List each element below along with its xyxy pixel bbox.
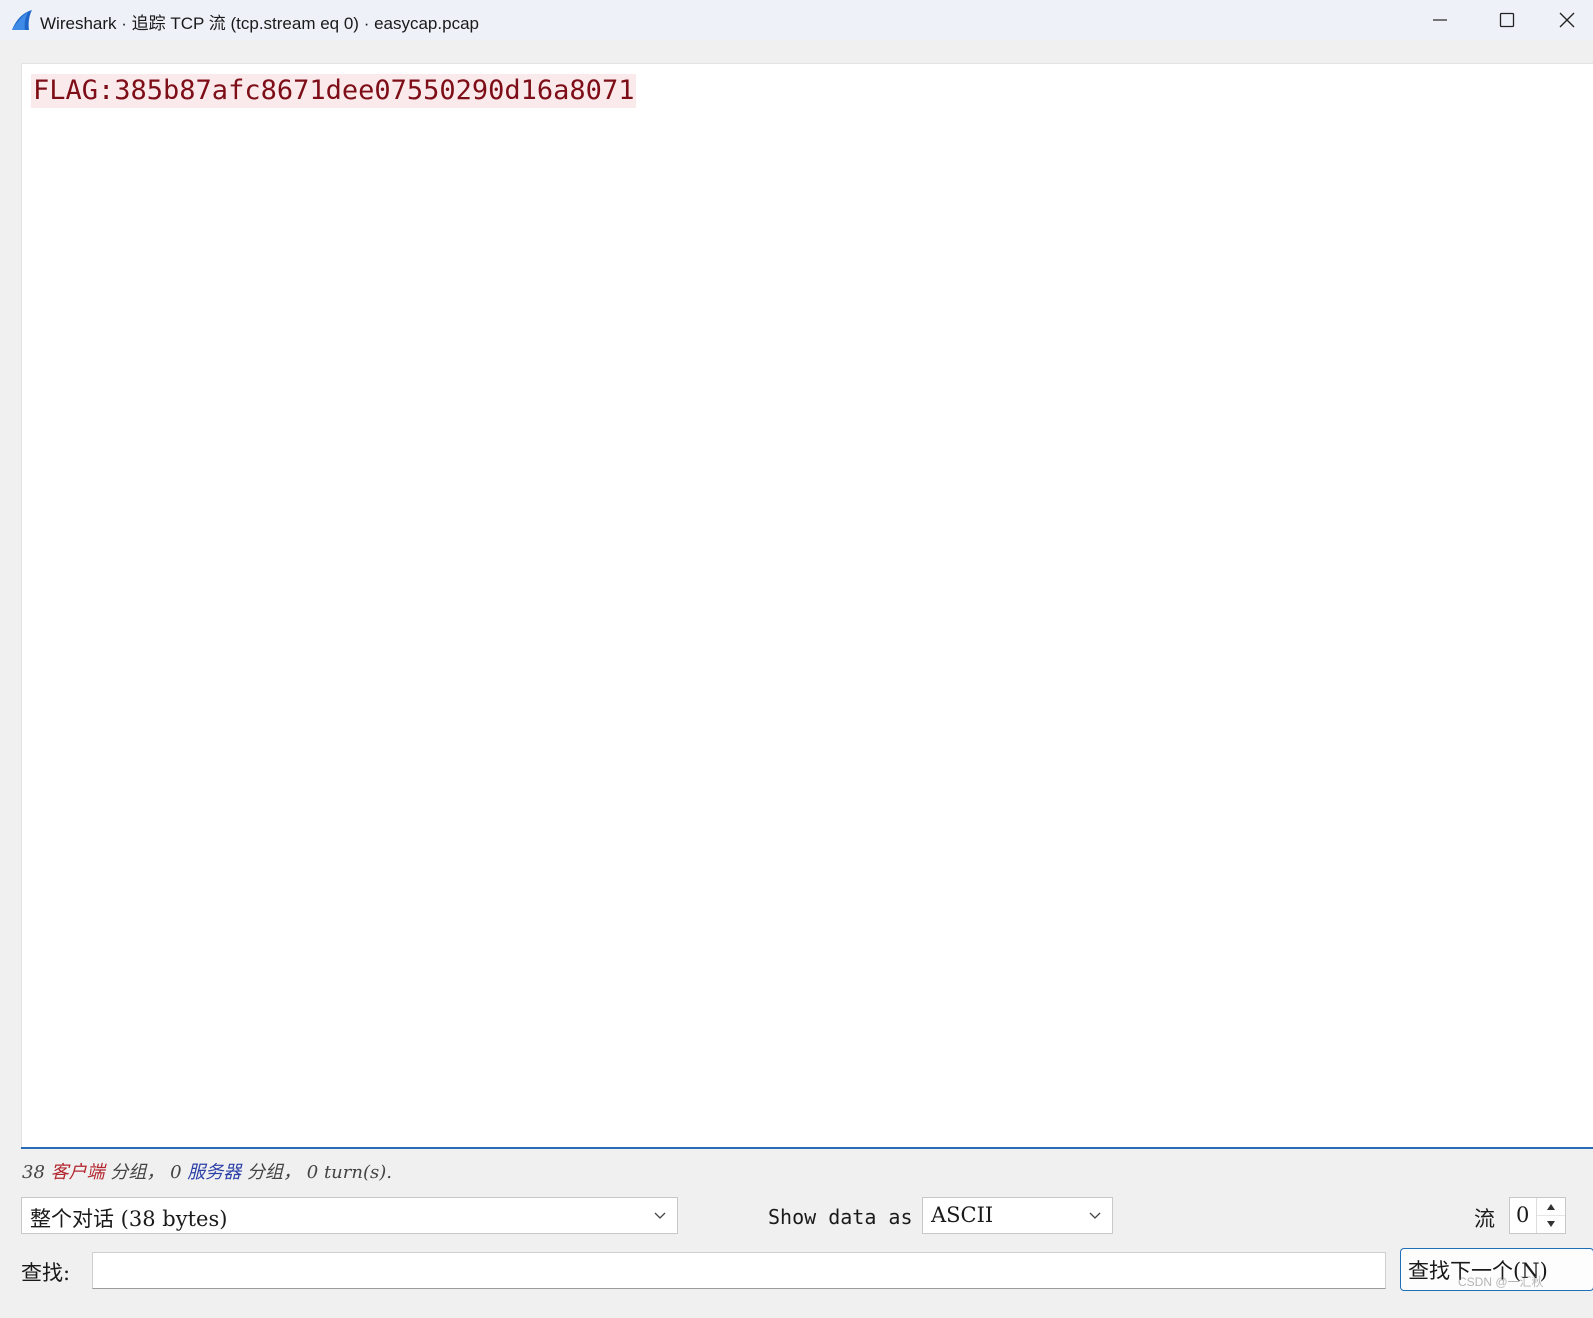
- window-title: Wireshark · 追踪 TCP 流 (tcp.stream eq 0) ·…: [40, 14, 479, 33]
- chevron-down-icon: [654, 1212, 666, 1219]
- data-format-select[interactable]: ASCII: [922, 1197, 1113, 1234]
- client-data-text[interactable]: FLAG:385b87afc8671dee07550290d16a8071: [31, 74, 637, 108]
- client-packet-count: 38: [22, 1162, 45, 1183]
- chevron-down-icon: [1089, 1212, 1101, 1219]
- spin-up-button[interactable]: [1537, 1198, 1565, 1216]
- find-label: 查找:: [21, 1261, 71, 1285]
- client-label: 客户端: [50, 1162, 105, 1183]
- maximize-icon: [1499, 12, 1515, 28]
- turns-count: 0: [306, 1162, 319, 1183]
- close-icon: [1559, 12, 1575, 28]
- follow-tcp-stream-window: Wireshark · 追踪 TCP 流 (tcp.stream eq 0) ·…: [0, 0, 1593, 1318]
- minimize-button[interactable]: [1410, 0, 1470, 40]
- wireshark-fin-icon: [12, 10, 32, 30]
- data-format-value: ASCII: [931, 1203, 994, 1227]
- show-data-as-label: Show data as: [768, 1205, 913, 1229]
- title-bar: Wireshark · 追踪 TCP 流 (tcp.stream eq 0) ·…: [0, 0, 1593, 40]
- close-button[interactable]: [1543, 0, 1591, 40]
- pane-focus-border: [21, 1147, 1593, 1149]
- triangle-up-icon: [1547, 1203, 1555, 1210]
- stream-number-label: 流: [1474, 1207, 1495, 1231]
- turns-label: turn(s).: [323, 1162, 392, 1183]
- stream-summary: 38 客户端 分组， 0 服务器 分组， 0 turn(s).: [22, 1158, 392, 1184]
- maximize-button[interactable]: [1477, 0, 1537, 40]
- stream-content-pane[interactable]: FLAG:385b87afc8671dee07550290d16a8071: [21, 63, 1593, 1148]
- packets-label: 分组，: [110, 1162, 165, 1183]
- stream-number-value: 0: [1516, 1203, 1530, 1227]
- spin-buttons: [1536, 1198, 1565, 1233]
- find-input[interactable]: [92, 1252, 1386, 1289]
- server-packet-count: 0: [170, 1162, 182, 1183]
- server-label: 服务器: [187, 1162, 242, 1183]
- stream-number-spinbox[interactable]: 0: [1509, 1197, 1566, 1234]
- conversation-select-value: 整个对话 (38 bytes): [30, 1207, 228, 1231]
- watermark-text: CSDN @一汇秋: [1458, 1275, 1544, 1289]
- spin-down-button[interactable]: [1537, 1215, 1565, 1232]
- packets-label: 分组，: [247, 1162, 302, 1183]
- triangle-down-icon: [1547, 1220, 1555, 1227]
- minimize-icon: [1433, 19, 1447, 21]
- conversation-select[interactable]: 整个对话 (38 bytes): [21, 1197, 678, 1234]
